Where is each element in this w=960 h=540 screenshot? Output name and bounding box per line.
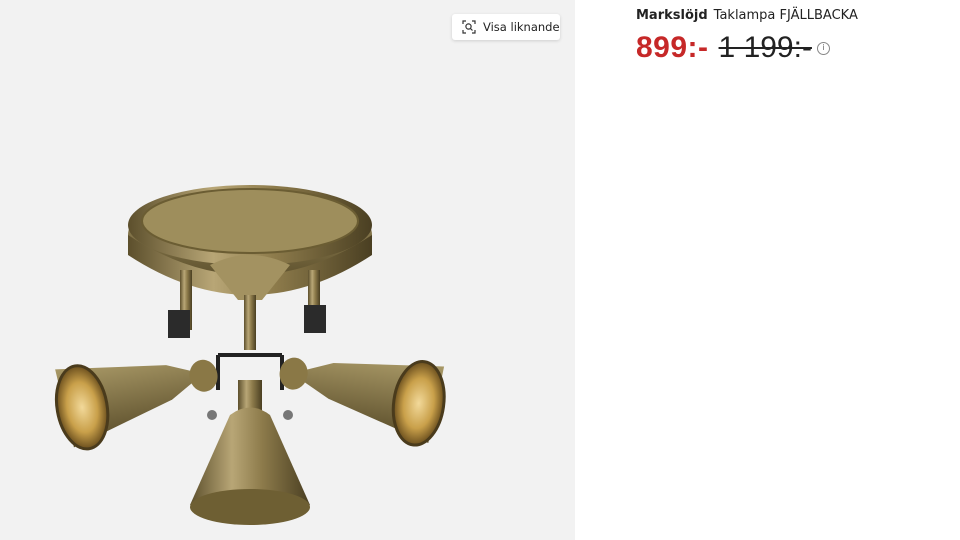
visa-liknande-button[interactable]: Visa liknande bbox=[452, 14, 560, 40]
original-price: 1 199:- bbox=[718, 31, 812, 64]
current-price: 899:- bbox=[636, 31, 709, 64]
product-brand[interactable]: Markslöjd bbox=[636, 8, 708, 23]
product-image[interactable] bbox=[40, 175, 460, 540]
info-icon[interactable]: i bbox=[816, 41, 830, 55]
visual-search-icon bbox=[462, 20, 476, 34]
price-row: 899:- 1 199:- i bbox=[636, 31, 858, 65]
visa-liknande-label: Visa liknande bbox=[483, 20, 560, 34]
product-info: Markslöjd Taklampa FJÄLLBACKA 899:- 1 199… bbox=[636, 8, 858, 65]
product-image-gallery: Visa liknande bbox=[0, 0, 575, 540]
product-title: Markslöjd Taklampa FJÄLLBACKA bbox=[636, 8, 858, 23]
product-name: Taklampa FJÄLLBACKA bbox=[713, 8, 858, 23]
